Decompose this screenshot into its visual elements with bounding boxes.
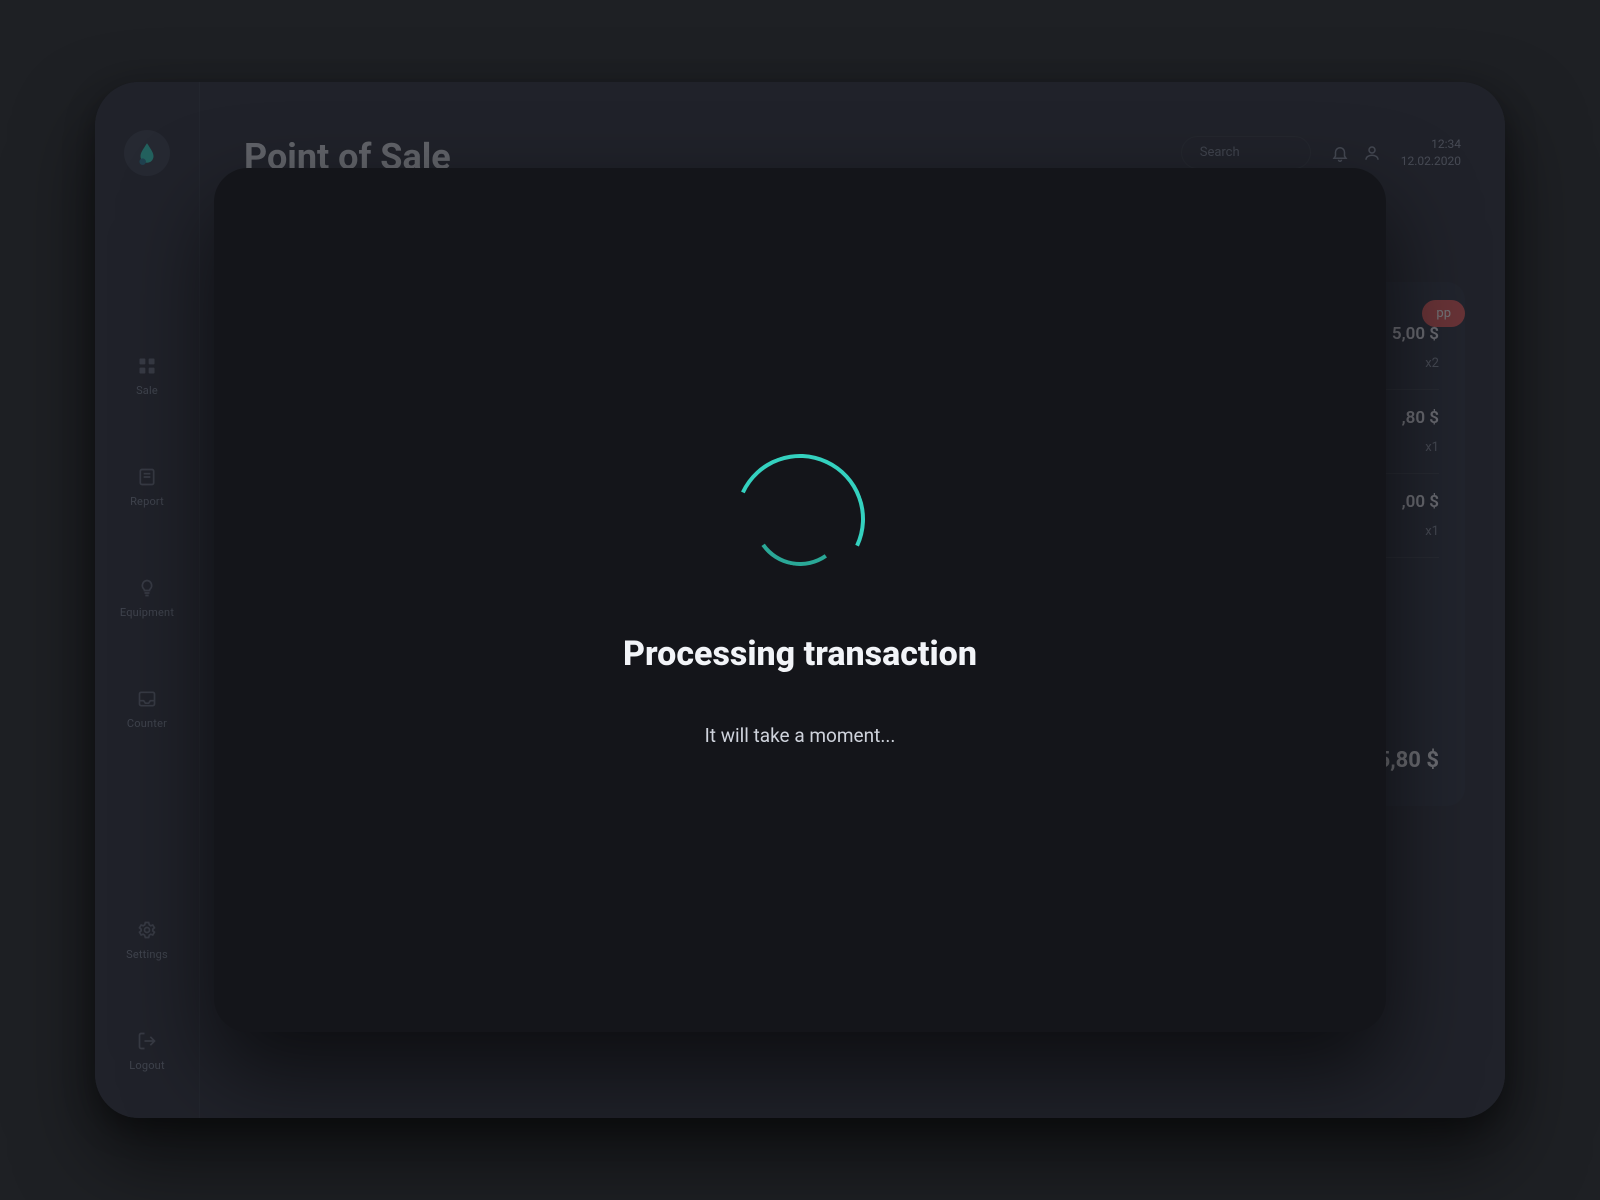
spinner-icon — [735, 454, 865, 584]
modal-subtitle: It will take a moment... — [705, 724, 896, 747]
modal-title: Processing transaction — [623, 634, 977, 674]
pos-device-frame: Sale Report Equipment Counter Settings — [95, 82, 1505, 1118]
modal-overlay: Processing transaction It will take a mo… — [95, 82, 1505, 1118]
processing-modal: Processing transaction It will take a mo… — [214, 168, 1386, 1032]
